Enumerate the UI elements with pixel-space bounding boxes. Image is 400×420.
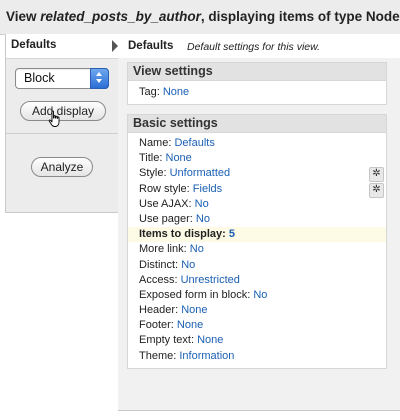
- gear-icon[interactable]: ✲: [369, 182, 384, 198]
- setting-label: Distinct:: [139, 258, 182, 271]
- setting-value-link[interactable]: None: [197, 334, 223, 346]
- view-settings-box: View settings Tag: None: [127, 62, 387, 106]
- setting-label: Items to display:: [139, 228, 229, 241]
- setting-value-link[interactable]: None: [166, 152, 192, 164]
- view-title-bar: View related_posts_by_author, displaying…: [0, 0, 400, 35]
- setting-row-name: Name: Defaults: [128, 136, 386, 151]
- setting-label: Theme:: [139, 349, 180, 362]
- view-settings-heading: View settings: [128, 63, 386, 81]
- setting-value-link[interactable]: No: [253, 289, 267, 301]
- basic-settings-box: Basic settings Name: Defaults Title: Non…: [127, 114, 387, 369]
- main-header-title: Defaults: [128, 40, 174, 52]
- setting-row-exposed-form: Exposed form in block: No: [128, 288, 386, 303]
- setting-label: Empty text:: [139, 334, 198, 347]
- setting-value-link[interactable]: No: [181, 259, 195, 271]
- main-panel: Defaults Default settings for this view.…: [118, 34, 400, 411]
- setting-label: Title:: [139, 152, 166, 165]
- tab-defaults[interactable]: Defaults: [6, 34, 119, 59]
- view-title: View related_posts_by_author, displaying…: [6, 9, 400, 24]
- tab-defaults-label: Defaults: [11, 39, 57, 51]
- setting-value-link[interactable]: Unformatted: [170, 167, 231, 179]
- setting-label: Name:: [139, 137, 175, 149]
- setting-label: Row style:: [139, 182, 193, 195]
- setting-value-link[interactable]: None: [181, 304, 207, 316]
- setting-label: Exposed form in block:: [139, 288, 254, 301]
- setting-label: Tag:: [139, 86, 163, 98]
- title-suffix: , displaying items of type Node: [200, 9, 400, 24]
- setting-label: Use pager:: [139, 212, 196, 225]
- setting-row-access: Access: Unrestricted: [128, 273, 386, 288]
- title-view-name: related_posts_by_author: [40, 9, 201, 24]
- main-header-description: Default settings for this view.: [187, 41, 321, 53]
- setting-row-more-link: More link: No: [128, 242, 386, 257]
- setting-value-link[interactable]: Fields: [193, 183, 222, 195]
- setting-value-link[interactable]: No: [195, 198, 209, 210]
- setting-label: Header:: [139, 304, 182, 317]
- add-display-button[interactable]: Add display: [20, 101, 106, 121]
- select-arrows-icon[interactable]: [90, 68, 109, 89]
- setting-row-style: Style: Unformatted ✲: [128, 166, 386, 183]
- setting-row-footer: Footer: None: [128, 318, 386, 333]
- setting-label: Access:: [139, 273, 181, 286]
- setting-label: Footer:: [139, 319, 177, 332]
- setting-row-row-style: Row style: Fields ✲: [128, 182, 386, 198]
- main-header: Defaults Default settings for this view.: [118, 34, 400, 58]
- setting-row-use-ajax: Use AJAX: No: [128, 197, 386, 212]
- setting-row-items-to-display: Items to display: 5: [128, 227, 386, 243]
- setting-row-title: Title: None: [128, 151, 386, 166]
- setting-row-use-pager: Use pager: No: [128, 212, 386, 227]
- setting-value-link[interactable]: Unrestricted: [181, 274, 240, 286]
- setting-row-distinct: Distinct: No: [128, 258, 386, 273]
- displays-sidebar: Defaults Block Add display Analyze: [5, 34, 120, 213]
- title-prefix: View: [6, 9, 41, 24]
- setting-value-link[interactable]: Defaults: [174, 137, 214, 149]
- display-type-select[interactable]: Block: [15, 68, 109, 89]
- setting-value-link[interactable]: No: [190, 243, 204, 255]
- basic-settings-heading: Basic settings: [128, 115, 386, 133]
- setting-row-theme: Theme: Information: [128, 349, 386, 364]
- analyze-button[interactable]: Analyze: [31, 157, 93, 177]
- gear-icon[interactable]: ✲: [369, 167, 384, 183]
- setting-row-empty-text: Empty text: None: [128, 333, 386, 348]
- setting-label: Style:: [139, 167, 170, 180]
- sidebar-divider: [6, 133, 119, 134]
- display-type-select-value: Block: [24, 71, 55, 85]
- setting-label: Use AJAX:: [139, 197, 195, 210]
- hand-pointer-icon: [48, 110, 60, 127]
- setting-label: More link:: [139, 243, 190, 256]
- setting-value-link[interactable]: No: [196, 213, 210, 225]
- setting-row-tag: Tag: None: [128, 85, 386, 100]
- setting-value-link[interactable]: 5: [229, 228, 235, 240]
- setting-value-link[interactable]: None: [177, 319, 203, 331]
- setting-value-link[interactable]: None: [163, 86, 189, 98]
- setting-value-link[interactable]: Information: [179, 350, 234, 362]
- setting-row-header: Header: None: [128, 303, 386, 318]
